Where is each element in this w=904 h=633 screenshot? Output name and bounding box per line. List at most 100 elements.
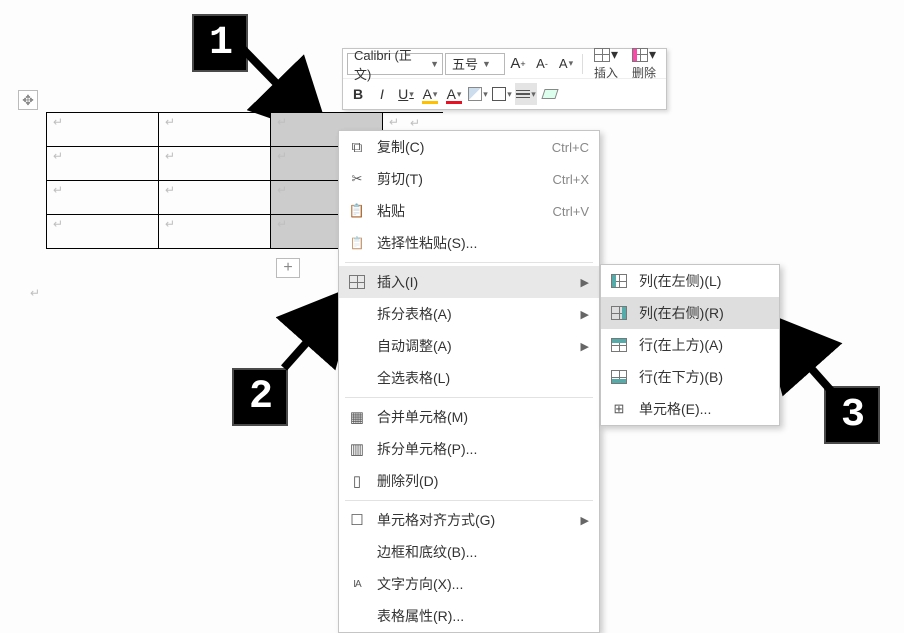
menu-item-label: 删除列(D) bbox=[377, 471, 589, 491]
menu-item-shortcut: Ctrl+X bbox=[553, 172, 589, 187]
table-cell[interactable]: ↵ bbox=[47, 147, 159, 181]
blank-icon bbox=[347, 606, 367, 626]
ico-merge-icon bbox=[347, 407, 367, 427]
submenu-item[interactable]: 列(在右侧)(R) bbox=[601, 297, 779, 329]
menu-item[interactable]: 自动调整(A)▶ bbox=[339, 330, 599, 362]
submenu-item-label: 列(在右侧)(R) bbox=[639, 303, 769, 323]
menu-item[interactable]: 边框和底纹(B)... bbox=[339, 536, 599, 568]
submenu-item-label: 行(在上方)(A) bbox=[639, 335, 769, 355]
annotation-step-1: 1 bbox=[192, 14, 248, 72]
borders-button[interactable]: ▾ bbox=[491, 83, 513, 105]
bold-button[interactable]: B bbox=[347, 83, 369, 105]
chevron-down-icon: ▼ bbox=[430, 59, 439, 69]
blank-icon bbox=[347, 368, 367, 388]
font-name-value: Calibri (正文) bbox=[354, 45, 426, 83]
ico-splitcell-icon bbox=[347, 439, 367, 459]
shading-button[interactable]: ▾ bbox=[467, 83, 489, 105]
menu-item[interactable]: 拆分表格(A)▶ bbox=[339, 298, 599, 330]
menu-item[interactable]: 拆分单元格(P)... bbox=[339, 433, 599, 465]
insert-2-icon bbox=[609, 335, 629, 355]
submenu-item[interactable]: 单元格(E)... bbox=[601, 393, 779, 425]
ico-copy-icon bbox=[347, 137, 367, 157]
ico-paste-sp-icon bbox=[347, 233, 367, 253]
border-icon bbox=[492, 87, 506, 101]
ico-paste-icon bbox=[347, 201, 367, 221]
submenu-item[interactable]: 列(在左侧)(L) bbox=[601, 265, 779, 297]
menu-item-label: 边框和底纹(B)... bbox=[377, 542, 589, 562]
grid-icon-icon bbox=[347, 272, 367, 292]
chevron-right-icon: ▶ bbox=[581, 308, 589, 321]
insert-3-icon bbox=[609, 367, 629, 387]
chevron-right-icon: ▶ bbox=[581, 514, 589, 527]
ico-delcol-icon bbox=[347, 471, 367, 491]
eraser-button[interactable] bbox=[539, 83, 561, 105]
table-cell[interactable]: ↵ bbox=[47, 215, 159, 249]
annotation-step-3: 3 bbox=[824, 386, 880, 444]
insert-group[interactable]: ▾ 插入 bbox=[588, 46, 624, 81]
increase-font-button[interactable]: A+ bbox=[507, 53, 529, 75]
submenu-item-label: 行(在下方)(B) bbox=[639, 367, 769, 387]
table-cell[interactable]: ↵ bbox=[159, 215, 271, 249]
table-cell[interactable]: ↵ bbox=[47, 113, 159, 147]
menu-item[interactable]: 文字方向(X)... bbox=[339, 568, 599, 600]
decrease-font-button[interactable]: A- bbox=[531, 53, 553, 75]
menu-item[interactable]: 合并单元格(M) bbox=[339, 401, 599, 433]
menu-item-shortcut: Ctrl+C bbox=[552, 140, 589, 155]
ico-cut-icon bbox=[347, 169, 367, 189]
menu-item[interactable]: 剪切(T)Ctrl+X bbox=[339, 163, 599, 195]
submenu-item[interactable]: 行(在上方)(A) bbox=[601, 329, 779, 361]
font-name-combo[interactable]: Calibri (正文) ▼ bbox=[347, 53, 443, 75]
menu-item-label: 插入(I) bbox=[377, 272, 571, 292]
insert-label: 插入 bbox=[594, 64, 618, 81]
highlight-button[interactable]: A▾ bbox=[419, 83, 441, 105]
menu-item[interactable]: 选择性粘贴(S)... bbox=[339, 227, 599, 259]
insert-4-icon bbox=[609, 399, 629, 419]
menu-item-label: 表格属性(R)... bbox=[377, 606, 589, 626]
menu-item[interactable]: 删除列(D) bbox=[339, 465, 599, 497]
menu-item[interactable]: 表格属性(R)... bbox=[339, 600, 599, 632]
table-cell[interactable]: ↵ bbox=[47, 181, 159, 215]
cell-mark: ↵ bbox=[410, 116, 420, 130]
align-button[interactable]: ▾ bbox=[515, 83, 537, 105]
menu-item[interactable]: 粘贴Ctrl+V bbox=[339, 195, 599, 227]
chevron-right-icon: ▶ bbox=[581, 276, 589, 289]
blank-icon bbox=[347, 542, 367, 562]
table-icon bbox=[594, 48, 610, 62]
context-menu: 复制(C) Ctrl+C 剪切(T)Ctrl+X粘贴Ctrl+V选择性粘贴(S)..… bbox=[338, 130, 600, 633]
table-cell[interactable]: ↵ bbox=[159, 181, 271, 215]
menu-item[interactable]: 插入(I) ▶ bbox=[339, 266, 599, 298]
menu-item-label: 拆分单元格(P)... bbox=[377, 439, 589, 459]
delete-group[interactable]: ▾ 删除 bbox=[626, 46, 662, 81]
clear-format-button[interactable]: A▾ bbox=[555, 53, 577, 75]
menu-item[interactable]: 复制(C) Ctrl+C bbox=[339, 131, 599, 163]
table-cell[interactable]: ↵ bbox=[159, 113, 271, 147]
insert-1-icon bbox=[609, 303, 629, 323]
annotation-step-2: 2 bbox=[232, 368, 288, 426]
lines-icon bbox=[516, 90, 530, 99]
blank-icon bbox=[347, 336, 367, 356]
menu-item-label: 自动调整(A) bbox=[377, 336, 571, 356]
table-move-handle[interactable]: ✥ bbox=[18, 90, 38, 110]
menu-item[interactable]: 单元格对齐方式(G) ▶ bbox=[339, 504, 599, 536]
submenu-item-label: 列(在左侧)(L) bbox=[639, 271, 769, 291]
menu-item-label: 复制(C) bbox=[377, 137, 542, 157]
submenu-item[interactable]: 行(在下方)(B) bbox=[601, 361, 779, 393]
submenu-item-label: 单元格(E)... bbox=[639, 399, 769, 419]
ico-align-icon bbox=[347, 510, 367, 530]
menu-item-label: 单元格对齐方式(G) bbox=[377, 510, 571, 530]
insert-submenu: 列(在左侧)(L) 列(在右侧)(R) 行(在上方)(A) 行(在下方)(B) 单元格(… bbox=[600, 264, 780, 426]
chevron-down-icon: ▼ bbox=[482, 59, 491, 69]
menu-item[interactable]: 全选表格(L) bbox=[339, 362, 599, 394]
table-cell[interactable]: ↵ bbox=[159, 147, 271, 181]
blank-icon bbox=[347, 304, 367, 324]
font-size-value: 五号 bbox=[452, 54, 478, 73]
italic-button[interactable]: I bbox=[371, 83, 393, 105]
table-delete-icon bbox=[632, 48, 648, 62]
font-color-button[interactable]: A▾ bbox=[443, 83, 465, 105]
menu-item-label: 粘贴 bbox=[377, 201, 543, 221]
paragraph-mark: ↵ bbox=[30, 286, 40, 300]
add-column-button[interactable]: + bbox=[276, 258, 300, 278]
mini-toolbar: Calibri (正文) ▼ 五号 ▼ A+ A- A▾ ▾ 插入 ▾ 删除 B… bbox=[342, 48, 667, 110]
underline-button[interactable]: U▾ bbox=[395, 83, 417, 105]
font-size-combo[interactable]: 五号 ▼ bbox=[445, 53, 505, 75]
